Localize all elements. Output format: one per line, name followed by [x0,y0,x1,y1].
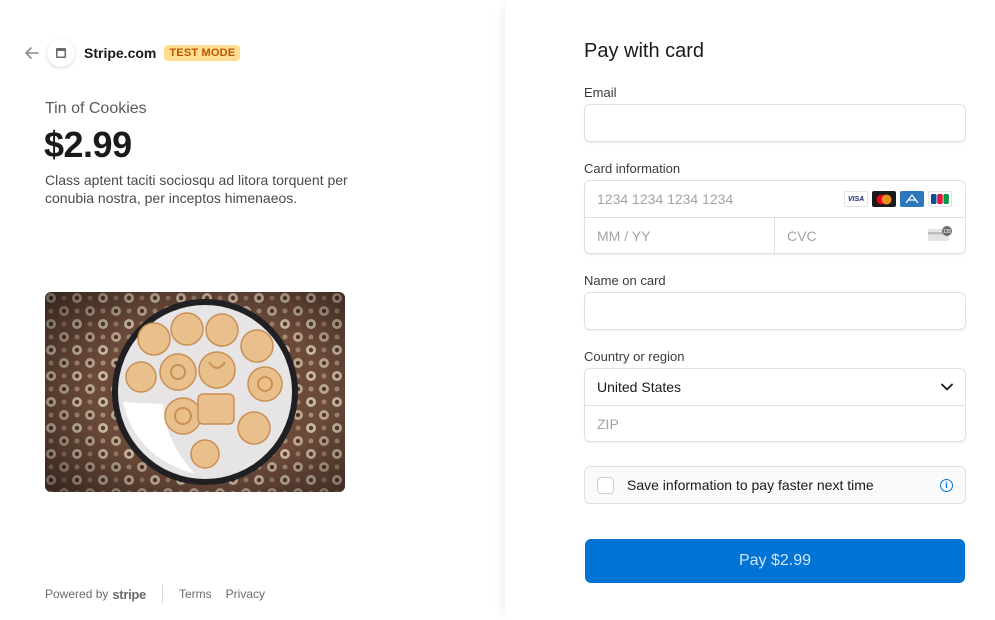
country-value: United States [597,379,682,395]
terms-link[interactable]: Terms [179,587,212,601]
cvc-placeholder: CVC [787,227,817,244]
expiry-input[interactable]: MM / YY [585,218,775,253]
country-select[interactable]: United States [585,369,965,405]
zip-input[interactable]: ZIP [585,406,965,441]
name-label: Name on card [584,273,666,288]
store-icon [47,39,75,67]
merchant-header: Stripe.com TEST MODE [24,38,241,68]
footer: Powered by stripe Terms Privacy [45,585,279,603]
save-info-checkbox[interactable] [597,476,614,494]
merchant-name[interactable]: Stripe.com [84,45,156,61]
country-label: Country or region [584,349,685,364]
card-info-label: Card information [584,161,681,176]
name-on-card-field[interactable] [584,292,966,330]
jcb-icon [928,191,952,207]
product-description: Class aptent taciti sociosqu ad litora t… [45,172,348,206]
mastercard-icon [872,191,896,207]
address-group: United States ZIP [584,368,966,442]
product-price: $2.99 [44,124,132,165]
email-label: Email [584,85,617,100]
card-number-input[interactable]: 1234 1234 1234 1234 [585,181,745,217]
svg-text:135: 135 [943,229,952,235]
expiry-cvc-row: MM / YY CVC 135 [585,217,965,253]
product-name: Tin of Cookies [45,100,147,117]
form-title: Pay with card [584,40,705,62]
product-image [45,292,345,492]
pay-button[interactable]: Pay $2.99 [585,539,965,583]
powered-by-stripe[interactable]: Powered by stripe [45,587,146,602]
cvc-card-icon: 135 [927,226,953,245]
info-icon[interactable]: i [940,478,953,492]
visa-icon: VISA [844,191,868,207]
chevron-down-icon [929,369,965,405]
cvc-input[interactable]: CVC 135 [775,218,965,253]
privacy-link[interactable]: Privacy [226,587,265,601]
stripe-logo: stripe [112,586,146,602]
order-summary-panel: Stripe.com TEST MODE Tin of Cookies $2.9… [0,0,505,620]
footer-divider [161,585,163,603]
card-info-group: 1234 1234 1234 1234 VISA MM / YY CVC 135 [584,180,966,254]
email-field[interactable] [584,104,966,142]
save-info-box: Save information to pay faster next time… [584,466,966,504]
amex-icon [900,191,924,207]
back-arrow-icon[interactable] [24,45,40,61]
card-brands: VISA [844,191,952,207]
zip-row: ZIP [585,405,965,441]
card-number-row: 1234 1234 1234 1234 VISA [585,181,965,217]
powered-by-label: Powered by [45,587,109,601]
payment-form-panel: Pay with card Email Card information 123… [505,0,995,620]
test-mode-badge: TEST MODE [164,45,241,61]
save-info-label: Save information to pay faster next time [627,477,874,493]
